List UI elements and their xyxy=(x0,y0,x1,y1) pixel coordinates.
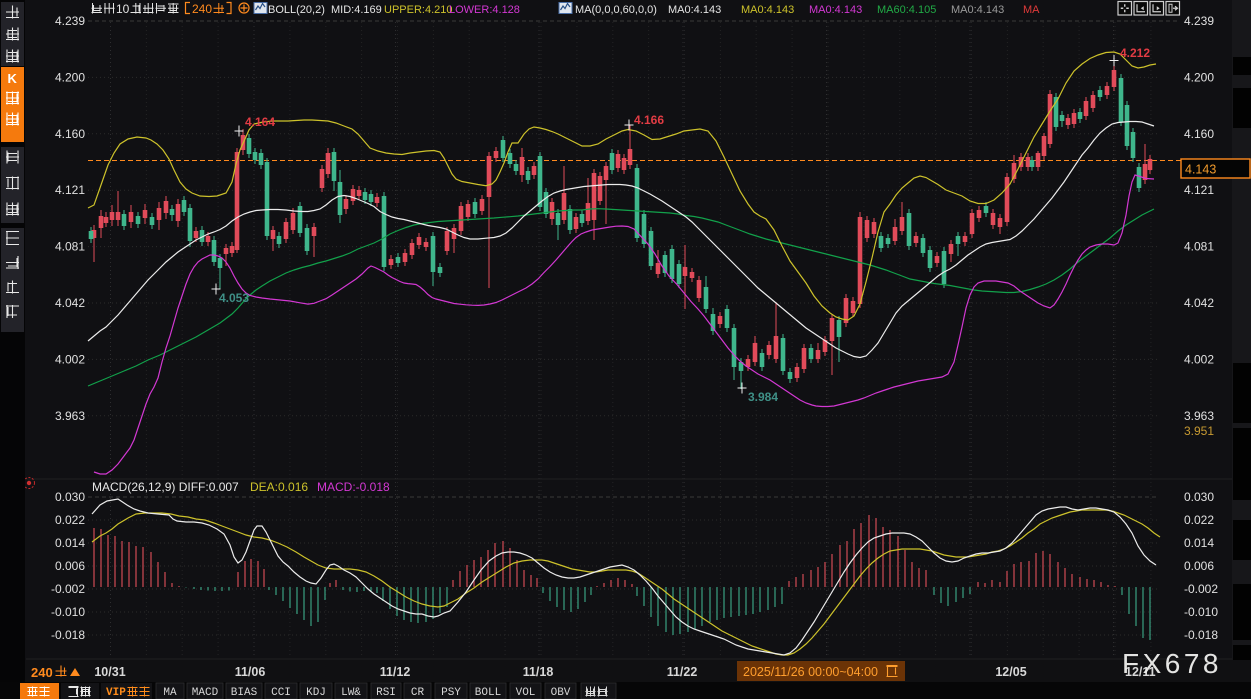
svg-text:0.014: 0.014 xyxy=(1184,536,1214,550)
svg-text:12/05: 12/05 xyxy=(995,665,1026,679)
svg-text:-0.010: -0.010 xyxy=(51,605,85,619)
svg-text:10/31: 10/31 xyxy=(94,665,125,679)
svg-text:11/18: 11/18 xyxy=(523,665,554,679)
svg-text:4.200: 4.200 xyxy=(55,70,85,84)
svg-text:0.006: 0.006 xyxy=(1184,559,1214,573)
svg-text:LW&: LW& xyxy=(341,687,361,699)
svg-text:MA0:4.143: MA0:4.143 xyxy=(741,4,794,16)
svg-text:K: K xyxy=(8,71,18,86)
svg-text:0.006: 0.006 xyxy=(55,559,85,573)
svg-text:4.160: 4.160 xyxy=(55,127,85,141)
svg-text:-0.018: -0.018 xyxy=(51,628,85,642)
svg-text:OBV: OBV xyxy=(551,687,571,699)
svg-text:MA: MA xyxy=(163,687,177,699)
svg-text:11/06: 11/06 xyxy=(235,665,266,679)
svg-text:BOLL(20,2): BOLL(20,2) xyxy=(268,4,325,16)
svg-text:-0.002: -0.002 xyxy=(1184,582,1218,596)
svg-text:MACD(26,12,9) DIFF:0.007: MACD(26,12,9) DIFF:0.007 xyxy=(92,480,239,494)
svg-text:3.963: 3.963 xyxy=(1184,409,1214,423)
svg-text:VOL: VOL xyxy=(516,687,536,699)
svg-text:3.963: 3.963 xyxy=(55,409,85,423)
svg-text:MACD: MACD xyxy=(192,687,219,699)
svg-text:MA(0,0,0,60,0,0): MA(0,0,0,60,0,0) xyxy=(575,4,657,16)
svg-text:240: 240 xyxy=(31,665,53,680)
svg-text:10: 10 xyxy=(116,2,130,16)
svg-text:0.022: 0.022 xyxy=(55,513,85,527)
svg-text:PSY: PSY xyxy=(441,687,461,699)
svg-text:MA0:4.143: MA0:4.143 xyxy=(668,4,721,16)
svg-text:4.042: 4.042 xyxy=(1184,296,1214,310)
svg-text:4.081: 4.081 xyxy=(1184,240,1214,254)
svg-text:RSI: RSI xyxy=(376,687,396,699)
svg-text:4.002: 4.002 xyxy=(55,352,85,366)
svg-text:MA: MA xyxy=(1023,4,1040,16)
svg-text:-0.010: -0.010 xyxy=(1184,605,1218,619)
svg-text:4.166: 4.166 xyxy=(634,113,664,127)
svg-text:0.030: 0.030 xyxy=(1184,490,1214,504)
svg-text:3.951: 3.951 xyxy=(1184,424,1214,438)
svg-text:4.143: 4.143 xyxy=(1185,163,1216,177)
svg-text:4.053: 4.053 xyxy=(219,291,249,305)
svg-text:4.042: 4.042 xyxy=(55,296,85,310)
svg-text:BIAS: BIAS xyxy=(231,687,258,699)
svg-text:4.121: 4.121 xyxy=(55,183,85,197)
svg-text:VIP: VIP xyxy=(106,687,126,699)
svg-text:4.200: 4.200 xyxy=(1184,70,1214,84)
svg-text:KDJ: KDJ xyxy=(306,687,326,699)
svg-text:4.121: 4.121 xyxy=(1184,183,1214,197)
svg-text:0.030: 0.030 xyxy=(55,490,85,504)
svg-text:3.984: 3.984 xyxy=(748,390,778,404)
svg-text:LOWER:4.128: LOWER:4.128 xyxy=(449,4,520,16)
svg-text:240: 240 xyxy=(192,2,212,16)
svg-text:4.081: 4.081 xyxy=(55,240,85,254)
svg-text:11/22: 11/22 xyxy=(667,665,698,679)
svg-text:0.014: 0.014 xyxy=(55,536,85,550)
svg-text:MACD:-0.018: MACD:-0.018 xyxy=(317,480,390,494)
svg-text:MID:4.169: MID:4.169 xyxy=(331,4,382,16)
svg-text:DEA:0.016: DEA:0.016 xyxy=(250,480,308,494)
svg-text:MA0:4.143: MA0:4.143 xyxy=(951,4,1004,16)
svg-text:4.002: 4.002 xyxy=(1184,352,1214,366)
svg-text:BOLL: BOLL xyxy=(475,687,501,699)
svg-text:4.212: 4.212 xyxy=(1120,46,1150,60)
svg-text:-0.002: -0.002 xyxy=(51,582,85,596)
svg-text:MA60:4.105: MA60:4.105 xyxy=(877,4,936,16)
svg-text:4.239: 4.239 xyxy=(55,14,85,28)
svg-text:4.164: 4.164 xyxy=(245,115,275,129)
svg-text:4.239: 4.239 xyxy=(1184,14,1214,28)
svg-text:CR: CR xyxy=(411,687,425,699)
svg-text:0.022: 0.022 xyxy=(1184,513,1214,527)
svg-text:-0.018: -0.018 xyxy=(1184,628,1218,642)
svg-text:11/12: 11/12 xyxy=(380,665,411,679)
svg-text:2025/11/26 00:00~04:00: 2025/11/26 00:00~04:00 xyxy=(743,665,878,679)
svg-text:FX678: FX678 xyxy=(1122,648,1222,679)
svg-text:CCI: CCI xyxy=(271,687,291,699)
svg-text:UPPER:4.210: UPPER:4.210 xyxy=(384,4,452,16)
svg-text:4.160: 4.160 xyxy=(1184,127,1214,141)
svg-text:MA0:4.143: MA0:4.143 xyxy=(809,4,862,16)
